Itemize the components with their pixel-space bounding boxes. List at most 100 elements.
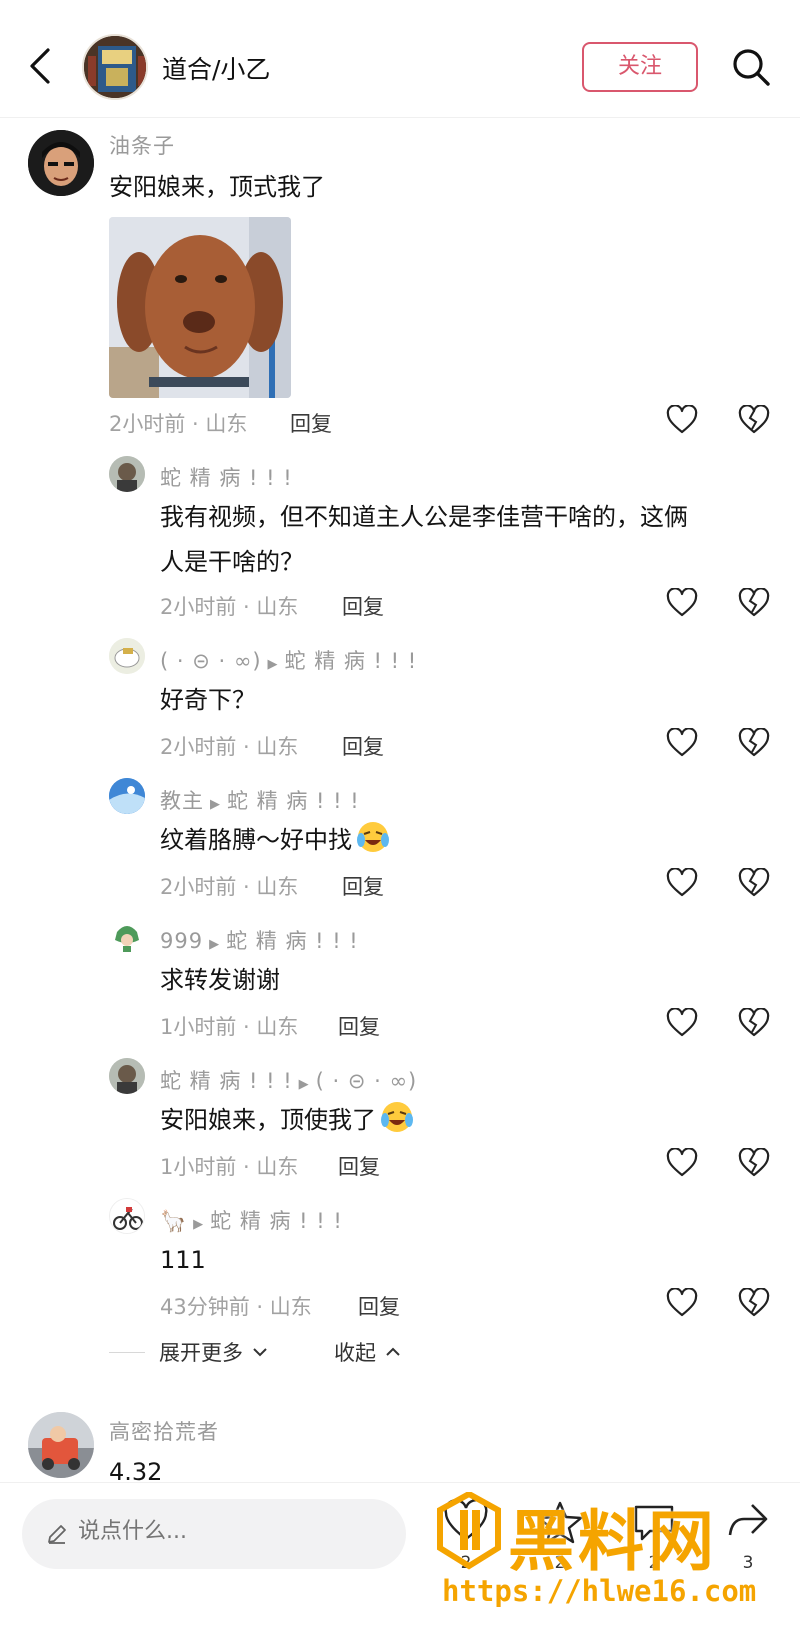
broken-heart-icon[interactable] [738, 728, 770, 758]
reply-target[interactable]: 蛇 精 病 ! ! ! [226, 929, 359, 953]
comment-action-button[interactable]: 2 [624, 1493, 684, 1573]
heart-outline-icon[interactable] [666, 588, 698, 618]
commenter-avatar[interactable] [109, 918, 145, 954]
chevron-down-icon [252, 1348, 267, 1357]
commenter-avatar[interactable] [109, 1198, 145, 1234]
comment-count: 2 [648, 1553, 660, 1573]
reply-button[interactable]: 回复 [342, 871, 384, 901]
comment-text: 求转发谢谢 [160, 966, 280, 994]
reply-button[interactable]: 回复 [358, 1291, 400, 1321]
like-action-button[interactable]: 2 [436, 1493, 496, 1573]
comment-time-location: 1小时前 · 山东 [160, 1155, 299, 1179]
commenter-avatar[interactable] [109, 1058, 145, 1094]
comment-username[interactable]: 蛇 精 病 ! ! ! [160, 462, 293, 492]
heart-outline-icon[interactable] [666, 1148, 698, 1178]
comment-username[interactable]: 999 ▶ 蛇 精 病 ! ! ! [160, 925, 359, 955]
avatar-image [109, 918, 145, 954]
comment-time-location: 1小时前 · 山东 [160, 1015, 299, 1039]
reply-author[interactable]: 🦙 [160, 1209, 187, 1233]
crying-laughing-emoji-icon [381, 1102, 413, 1132]
share-count: 3 [742, 1553, 754, 1573]
comment-text: 111 [160, 1246, 206, 1274]
comment-username[interactable]: 油条子 [109, 130, 175, 160]
chevron-up-icon [385, 1347, 400, 1356]
broken-heart-icon[interactable] [738, 1288, 770, 1318]
reply-author[interactable]: 999 [160, 929, 203, 953]
comment-image[interactable] [109, 217, 291, 398]
heart-outline-icon[interactable] [666, 405, 698, 435]
comment-input[interactable] [78, 1519, 378, 1544]
reply-button[interactable]: 回复 [290, 408, 332, 438]
reply-target[interactable]: 蛇 精 病 ! ! ! [227, 789, 360, 813]
heart-outline-icon [444, 1499, 488, 1541]
comment-username[interactable]: 🦙 ▶ 蛇 精 病 ! ! ! [160, 1205, 343, 1235]
heart-outline-icon[interactable] [666, 1008, 698, 1038]
broken-heart-icon[interactable] [738, 588, 770, 618]
avatar-image [109, 1058, 145, 1094]
commenter-avatar[interactable] [109, 456, 145, 492]
collapse-button[interactable]: 收起 [334, 1337, 401, 1367]
favorite-count: 2 [554, 1553, 566, 1573]
comment-text: 人是干啥的？ [160, 548, 304, 576]
reply-author[interactable]: 教主 [160, 789, 204, 813]
comment-time-location: 2小时前 · 山东 [160, 875, 299, 899]
comment-text: 我有视频，但不知道主人公是李佳营干啥的，这俩 [160, 503, 688, 531]
comment-username[interactable]: 教主 ▶ 蛇 精 病 ! ! ! [160, 785, 360, 815]
comment-username[interactable]: 蛇 精 病 ! ! ! ▶ ( · ⊝ · ∞) [160, 1065, 417, 1095]
divider-line [109, 1352, 145, 1353]
reply-target[interactable]: 蛇 精 病 ! ! ! [285, 649, 418, 673]
reply-button[interactable]: 回复 [338, 1011, 380, 1041]
collapse-label: 收起 [334, 1341, 376, 1365]
reply-button[interactable]: 回复 [342, 591, 384, 621]
commenter-avatar[interactable] [109, 638, 145, 674]
commenter-avatar[interactable] [28, 130, 94, 196]
reply-arrow-icon: ▶ [193, 1217, 205, 1232]
expand-more-button[interactable]: 展开更多 [159, 1337, 268, 1367]
reply-arrow-icon: ▶ [209, 937, 221, 952]
author-avatar[interactable] [82, 34, 148, 100]
comment-username[interactable]: ( · ⊝ · ∞) ▶ 蛇 精 病 ! ! ! [160, 645, 417, 675]
comment-text: 好奇下？ [160, 686, 256, 714]
reply-target[interactable]: ( · ⊝ · ∞) [316, 1069, 418, 1093]
chevron-left-icon [30, 48, 50, 84]
back-button[interactable] [22, 38, 62, 94]
broken-heart-icon[interactable] [738, 1148, 770, 1178]
heart-outline-icon[interactable] [666, 868, 698, 898]
reply-target[interactable]: 蛇 精 病 ! ! ! [210, 1209, 343, 1233]
follow-button[interactable]: 关注 [582, 42, 698, 92]
crying-laughing-emoji-icon [357, 822, 389, 852]
favorite-action-button[interactable]: 2 [530, 1493, 590, 1573]
avatar-image [109, 456, 145, 492]
comment-text-content: 安阳娘来，顶使我了 [160, 1106, 376, 1134]
avatar-image [28, 130, 94, 196]
reply-button[interactable]: 回复 [338, 1151, 380, 1181]
comment-text: 纹着胳膊～好中找 [160, 818, 390, 863]
author-name[interactable]: 道合/小乙 [162, 50, 270, 86]
commenter-avatar[interactable] [109, 778, 145, 814]
heart-outline-icon[interactable] [666, 1288, 698, 1318]
bottom-action-bar: 2 2 2 3 [0, 1482, 800, 1633]
reply-author[interactable]: ( · ⊝ · ∞) [160, 649, 262, 673]
broken-heart-icon[interactable] [738, 405, 770, 435]
comment-username[interactable]: 高密拾荒者 [109, 1416, 219, 1446]
comment-text: 安阳娘来，顶式我了 [109, 173, 325, 201]
commenter-avatar[interactable] [28, 1412, 94, 1478]
avatar-image [28, 1412, 94, 1478]
comment-text-content: 纹着胳膊～好中找 [160, 826, 352, 854]
comment-text: 安阳娘来，顶使我了 [160, 1098, 414, 1143]
broken-heart-icon[interactable] [738, 868, 770, 898]
reply-arrow-icon: ▶ [267, 657, 279, 672]
avatar-image [109, 778, 145, 814]
reply-button[interactable]: 回复 [342, 731, 384, 761]
heart-outline-icon[interactable] [666, 728, 698, 758]
reply-author[interactable]: 蛇 精 病 ! ! ! [160, 1069, 293, 1093]
search-icon [733, 49, 770, 86]
reply-arrow-icon: ▶ [210, 797, 221, 812]
comment-input-box[interactable] [22, 1499, 406, 1569]
broken-heart-icon[interactable] [738, 1008, 770, 1038]
comment-time-location: 2小时前 · 山东 [160, 735, 299, 759]
share-action-button[interactable]: 3 [718, 1493, 778, 1573]
search-button[interactable] [728, 44, 776, 92]
like-count: 2 [460, 1553, 472, 1573]
star-outline-icon [537, 1501, 583, 1544]
